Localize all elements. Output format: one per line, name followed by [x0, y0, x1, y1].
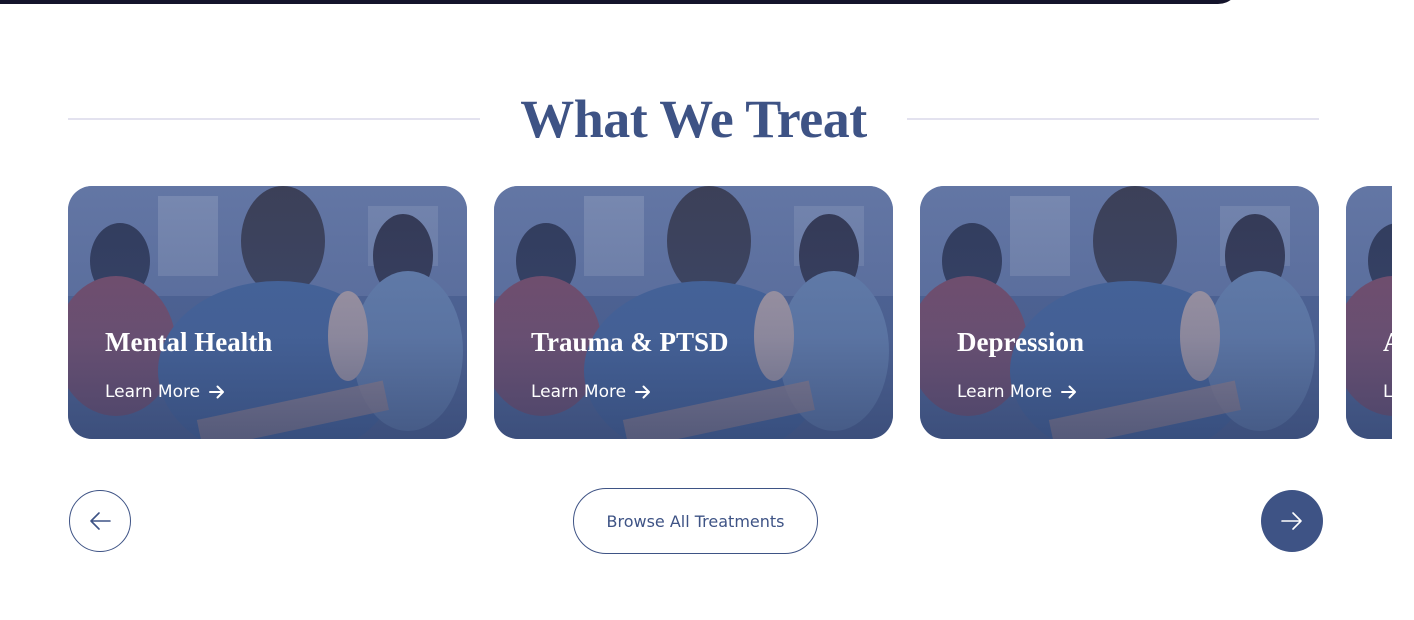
treatment-card-depression[interactable]: Depression Learn More: [920, 186, 1319, 439]
learn-more-label: L: [1383, 382, 1392, 402]
card-title: A: [1383, 324, 1392, 360]
top-bar: [0, 0, 1240, 4]
section-title: What We Treat: [520, 89, 867, 149]
arrow-right-icon: [209, 385, 225, 399]
learn-more-link[interactable]: Learn More: [531, 382, 652, 402]
carousel-prev-button[interactable]: [69, 490, 131, 552]
arrow-left-icon: [90, 512, 111, 530]
browse-all-treatments-button[interactable]: Browse All Treatments: [573, 488, 818, 554]
learn-more-label: Learn More: [531, 382, 627, 402]
heading-rule-right: [907, 118, 1319, 120]
arrow-right-icon: [1281, 512, 1302, 530]
learn-more-link[interactable]: Learn More: [105, 382, 226, 402]
card-title: Mental Health: [105, 327, 273, 357]
arrow-right-icon: [1061, 385, 1077, 399]
heading-rule-left: [68, 118, 480, 120]
page: What We Treat Mental Health Learn More T…: [0, 0, 1414, 620]
learn-more-label: Learn More: [105, 382, 201, 402]
learn-more-link[interactable]: L: [1383, 382, 1392, 402]
learn-more-link[interactable]: Learn More: [957, 382, 1078, 402]
treatments-carousel: Mental Health Learn More Trauma & PTSD L…: [68, 186, 1392, 442]
treatment-card-trauma-ptsd[interactable]: Trauma & PTSD Learn More: [494, 186, 893, 439]
card-title: Depression: [957, 327, 1085, 357]
carousel-track: Mental Health Learn More Trauma & PTSD L…: [68, 186, 1392, 442]
arrow-right-icon: [635, 385, 651, 399]
treatment-card-mental-health[interactable]: Mental Health Learn More: [68, 186, 467, 439]
carousel-next-button[interactable]: [1261, 490, 1323, 552]
card-title: Trauma & PTSD: [531, 327, 729, 357]
learn-more-label: Learn More: [957, 382, 1053, 402]
treatment-card-partial[interactable]: A L: [1346, 186, 1392, 439]
